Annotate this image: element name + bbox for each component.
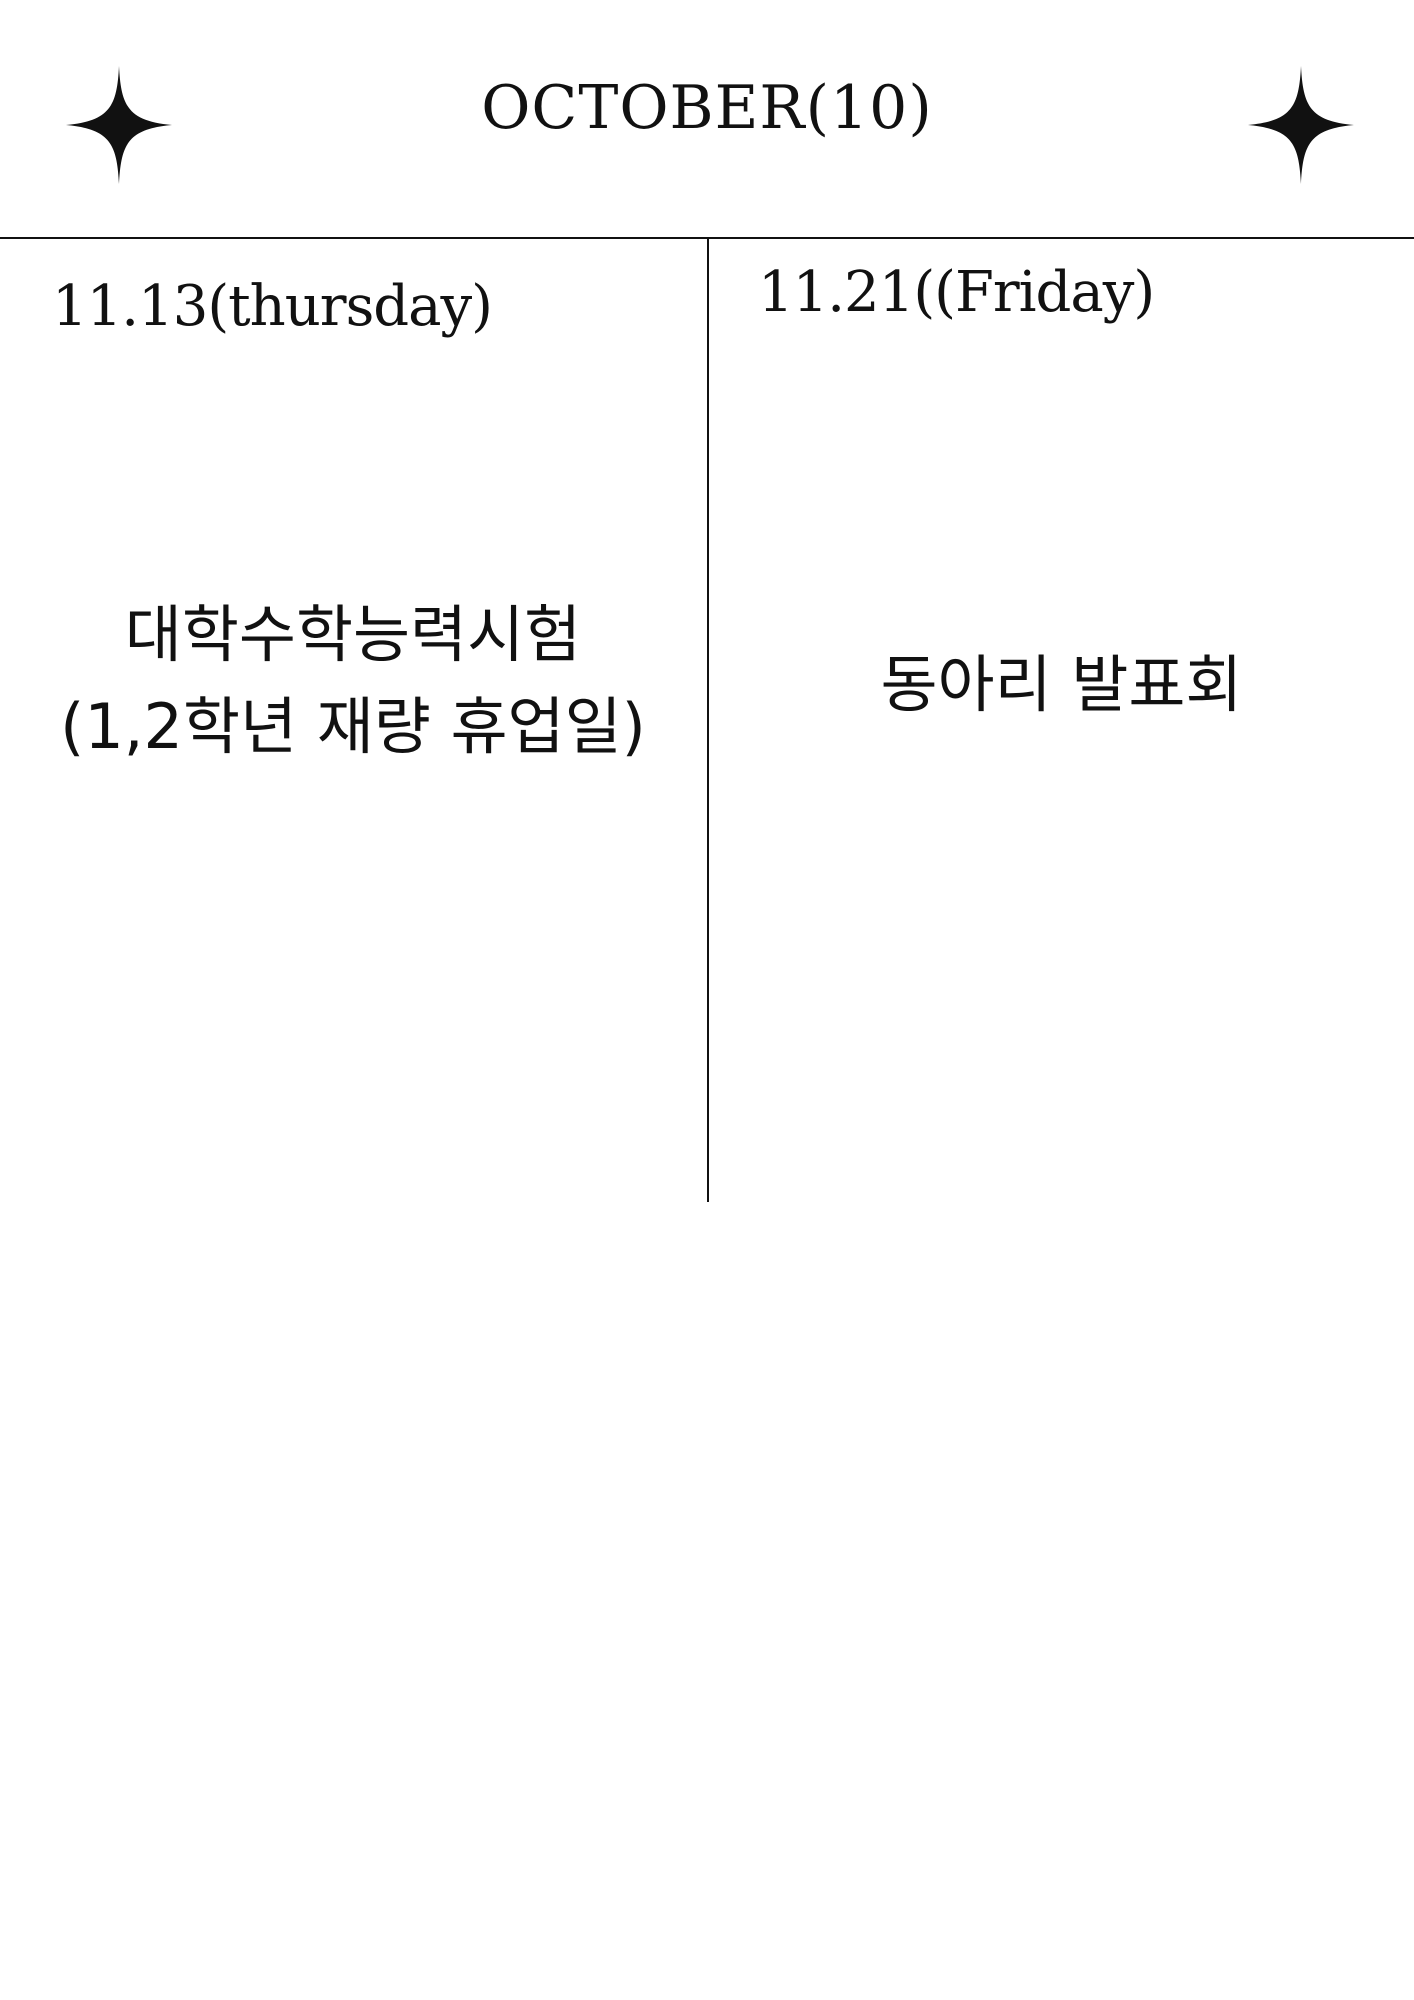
day-date: 11.13(thursday) bbox=[52, 274, 493, 339]
event-text: 동아리 발표회 bbox=[709, 639, 1414, 731]
event-line: (1,2학년 재량 휴업일) bbox=[60, 690, 646, 763]
event-line: 대학수학능력시험 bbox=[124, 598, 582, 671]
four-point-star-icon bbox=[1248, 66, 1354, 184]
page-header: OCTOBER(10) bbox=[0, 0, 1414, 238]
event-text: 대학수학능력시험 (1,2학년 재량 휴업일) bbox=[0, 589, 706, 773]
event-line: 동아리 발표회 bbox=[880, 648, 1243, 721]
day-date: 11.21((Friday) bbox=[758, 260, 1155, 325]
day-cell-2: 11.21((Friday) 동아리 발표회 bbox=[709, 239, 1414, 1201]
page-title: OCTOBER(10) bbox=[481, 73, 933, 143]
day-cell-1: 11.13(thursday) 대학수학능력시험 (1,2학년 재량 휴업일) bbox=[0, 239, 706, 1201]
